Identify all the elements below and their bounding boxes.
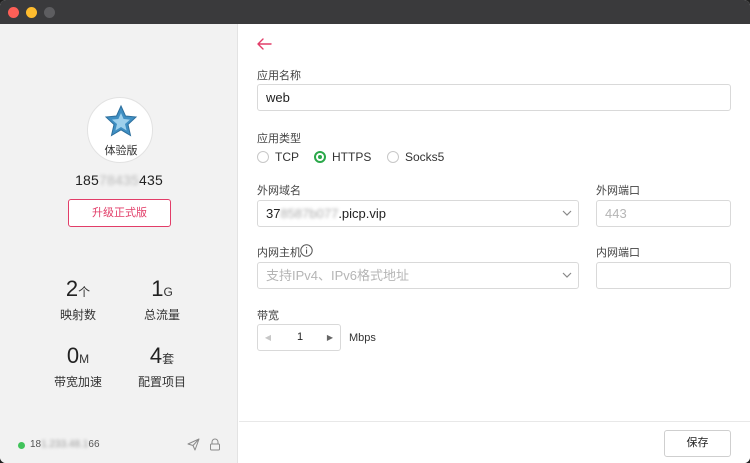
int-port-label: 内网端口 bbox=[596, 247, 640, 259]
online-status-dot bbox=[18, 442, 25, 449]
chevron-down-icon bbox=[562, 210, 572, 216]
app-type-label: 应用类型 bbox=[257, 133, 301, 145]
back-arrow-icon[interactable] bbox=[256, 37, 272, 51]
minimize-window-button[interactable] bbox=[26, 7, 37, 18]
ext-domain-select[interactable]: 378587b077.picp.vip bbox=[257, 200, 579, 227]
stat-unit: M bbox=[79, 352, 90, 366]
sidebar: 体验版 18578435435 升级正式版 2个 映射数 1G 总流量 0M 带… bbox=[0, 24, 238, 463]
radio-circle bbox=[257, 151, 269, 163]
stat-unit: G bbox=[163, 285, 173, 299]
save-button[interactable]: 保存 bbox=[664, 430, 731, 457]
title-bar bbox=[0, 0, 750, 24]
ext-domain-label: 外网域名 bbox=[257, 185, 301, 197]
stat-label: 带宽加速 bbox=[53, 375, 102, 389]
stat-unit: 套 bbox=[162, 352, 175, 366]
app-name-input[interactable]: web bbox=[257, 84, 731, 111]
ip-address: 181.233.48.166 bbox=[30, 439, 100, 450]
int-port-input[interactable] bbox=[596, 262, 731, 289]
star-icon bbox=[104, 104, 138, 137]
stat-mappings: 2个 映射数 bbox=[38, 277, 118, 323]
radio-circle-selected bbox=[314, 151, 326, 163]
stat-label: 总流量 bbox=[143, 308, 180, 322]
paper-plane-icon[interactable] bbox=[187, 438, 200, 451]
phone-suffix: 435 bbox=[138, 172, 163, 188]
bandwidth-unit: Mbps bbox=[349, 332, 376, 344]
ip-masked: 1.233.48.1 bbox=[41, 439, 89, 450]
stat-bandwidth-boost: 0M 带宽加速 bbox=[38, 344, 118, 390]
int-host-placeholder: 支持IPv4、IPv6格式地址 bbox=[266, 268, 410, 283]
stat-label: 配置项目 bbox=[137, 375, 186, 389]
stat-config-items: 4套 配置项目 bbox=[122, 344, 202, 390]
account-phone: 18578435435 bbox=[0, 172, 238, 188]
ip-suffix: 66 bbox=[88, 439, 100, 450]
upgrade-button[interactable]: 升级正式版 bbox=[68, 199, 171, 227]
bandwidth-stepper[interactable]: ◀ 1 ▶ bbox=[257, 324, 341, 351]
domain-suffix: .picp.vip bbox=[338, 206, 387, 221]
radio-label: TCP bbox=[275, 150, 299, 164]
bandwidth-label: 带宽 bbox=[257, 310, 279, 322]
info-icon[interactable] bbox=[300, 244, 313, 257]
stat-label: 映射数 bbox=[59, 308, 96, 322]
decrement-button[interactable]: ◀ bbox=[258, 325, 278, 350]
avatar: 体验版 bbox=[87, 97, 153, 163]
radio-label: Socks5 bbox=[405, 150, 445, 164]
stat-unit: 个 bbox=[78, 285, 91, 299]
stat-traffic: 1G 总流量 bbox=[122, 277, 202, 323]
app-name-label: 应用名称 bbox=[257, 70, 301, 82]
chevron-down-icon bbox=[562, 272, 572, 278]
bandwidth-value[interactable]: 1 bbox=[278, 325, 322, 350]
int-host-label: 内网主机 bbox=[257, 247, 301, 259]
ext-port-label: 外网端口 bbox=[596, 185, 640, 197]
domain-masked: 8587b077 bbox=[280, 206, 339, 221]
app-window: 体验版 18578435435 升级正式版 2个 映射数 1G 总流量 0M 带… bbox=[0, 0, 750, 463]
stat-value: 1 bbox=[151, 276, 164, 301]
ext-port-input[interactable]: 443 bbox=[596, 200, 731, 227]
ip-prefix: 18 bbox=[30, 439, 42, 450]
stat-value: 2 bbox=[65, 276, 79, 301]
domain-prefix: 37 bbox=[266, 206, 281, 221]
mapping-form: 应用名称 web 应用类型 TCP HTTPS Socks5 外网域名 3785… bbox=[239, 24, 750, 463]
zoom-window-button bbox=[44, 7, 55, 18]
stat-value: 0 bbox=[66, 343, 80, 368]
close-window-button[interactable] bbox=[8, 7, 19, 18]
app-name-value: web bbox=[266, 90, 290, 105]
footer-divider bbox=[239, 421, 750, 422]
increment-button[interactable]: ▶ bbox=[320, 325, 340, 350]
phone-prefix: 185 bbox=[75, 172, 100, 188]
stat-value: 4 bbox=[149, 343, 163, 368]
radio-label: HTTPS bbox=[332, 150, 372, 164]
ext-port-placeholder: 443 bbox=[605, 206, 627, 221]
radio-circle bbox=[387, 151, 399, 163]
phone-masked: 78435 bbox=[99, 172, 139, 188]
int-host-select[interactable]: 支持IPv4、IPv6格式地址 bbox=[257, 262, 579, 289]
plan-label: 体验版 bbox=[104, 145, 138, 157]
lock-icon[interactable] bbox=[209, 438, 221, 451]
